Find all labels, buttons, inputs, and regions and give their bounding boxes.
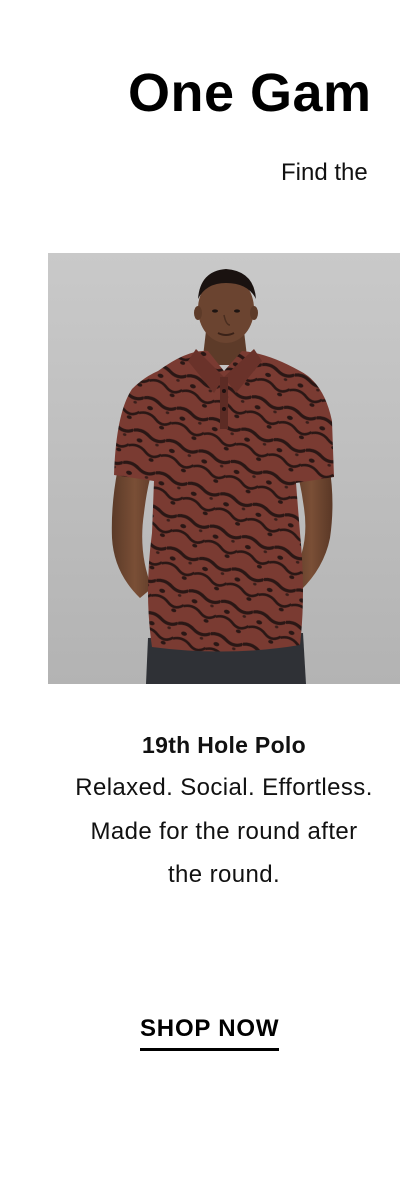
product-info: 19th Hole Polo Relaxed. Social. Effortle… bbox=[48, 724, 400, 897]
model-illustration bbox=[111, 269, 334, 684]
product-image[interactable] bbox=[48, 253, 400, 684]
page-title: One Gam bbox=[128, 63, 372, 123]
shop-now-link[interactable]: SHOP NOW bbox=[140, 1012, 280, 1051]
page-subtitle: Find the bbox=[281, 159, 368, 186]
product-description: Relaxed. Social. Effortless. Made for th… bbox=[75, 774, 373, 888]
product-name: 19th Hole Polo bbox=[142, 732, 306, 758]
promo-page: One Gam Find the 19th Hole Polo Relaxed.… bbox=[0, 0, 400, 1186]
